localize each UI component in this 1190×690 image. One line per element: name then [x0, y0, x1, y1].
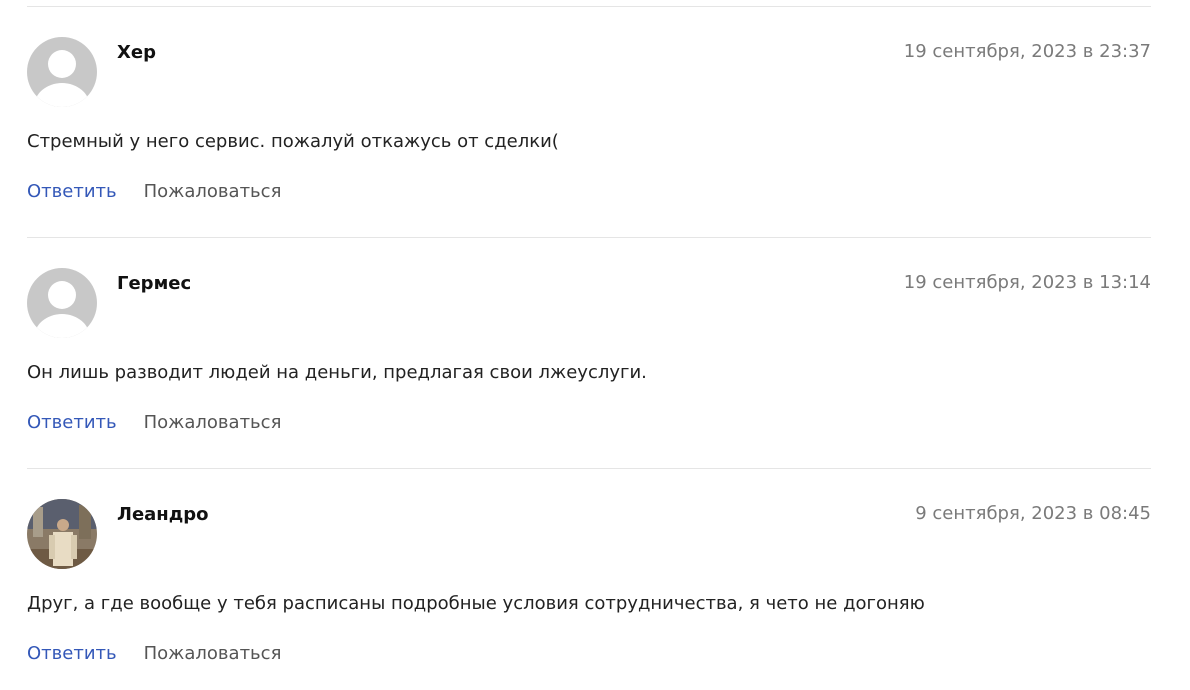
comment-item: Хер 19 сентября, 2023 в 23:37 Стремный у… — [0, 6, 1190, 237]
comment-item: Леандро 9 сентября, 2023 в 08:45 Друг, а… — [0, 468, 1190, 690]
reply-link[interactable]: Ответить — [27, 643, 117, 664]
comment-date: 19 сентября, 2023 в 13:14 — [903, 272, 1151, 293]
comment-text: Друг, а где вообще у тебя расписаны подр… — [27, 593, 925, 614]
comment-actions: Ответить Пожаловаться — [27, 181, 281, 202]
comment-text: Он лишь разводит людей на деньги, предла… — [27, 362, 647, 383]
report-link[interactable]: Пожаловаться — [144, 181, 282, 202]
reply-link[interactable]: Ответить — [27, 181, 117, 202]
report-link[interactable]: Пожаловаться — [144, 643, 282, 664]
comment-text: Стремный у него сервис. пожалуй откажусь… — [27, 131, 559, 152]
comment-item: Гермес 19 сентября, 2023 в 13:14 Он лишь… — [0, 237, 1190, 468]
comment-author: Хер — [117, 42, 156, 63]
default-avatar-icon — [27, 37, 97, 107]
comment-author: Леандро — [117, 504, 209, 525]
report-link[interactable]: Пожаловаться — [144, 412, 282, 433]
comment-date: 19 сентября, 2023 в 23:37 — [903, 41, 1151, 62]
user-photo-avatar — [27, 499, 97, 569]
reply-link[interactable]: Ответить — [27, 412, 117, 433]
comment-actions: Ответить Пожаловаться — [27, 643, 281, 664]
comment-date: 9 сентября, 2023 в 08:45 — [915, 503, 1151, 524]
default-avatar-icon — [27, 268, 97, 338]
comment-author: Гермес — [117, 273, 192, 294]
comments-list: Хер 19 сентября, 2023 в 23:37 Стремный у… — [0, 0, 1190, 690]
comment-actions: Ответить Пожаловаться — [27, 412, 281, 433]
